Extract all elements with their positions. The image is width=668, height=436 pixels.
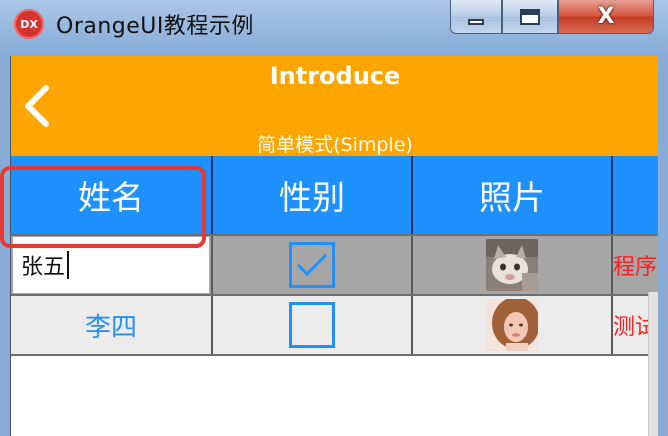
cat-photo[interactable] (486, 239, 538, 291)
desc-text: 程序 (613, 255, 658, 280)
chevron-left-icon (25, 85, 49, 127)
window-title: OrangeUI教程示例 (56, 14, 254, 39)
minimize-button[interactable] (450, 0, 502, 34)
vertical-scrollbar[interactable] (648, 292, 658, 436)
photo-cell (413, 236, 613, 294)
text-caret (67, 251, 70, 279)
grid-header-row: 姓名 性别 照片 (11, 156, 658, 234)
gender-checkbox[interactable] (289, 242, 335, 288)
gender-checkbox[interactable] (289, 302, 335, 348)
maximize-icon (520, 8, 540, 25)
title-bar[interactable]: DX OrangeUI教程示例 X (0, 0, 668, 56)
minimize-icon (468, 18, 484, 25)
column-header-desc[interactable] (613, 156, 658, 234)
name-text: 李四 (84, 312, 137, 343)
maximize-button[interactable] (502, 0, 558, 34)
column-header-name[interactable]: 姓名 (11, 156, 213, 234)
close-icon: X (597, 4, 615, 29)
name-edit-value: 张五 (21, 255, 66, 280)
header-bar: Introduce 简单模式(Simple) (11, 56, 658, 156)
client-area: Introduce 简单模式(Simple) 姓名 性别 照片 张五 程序 李四… (10, 56, 658, 436)
app-icon[interactable]: DX (14, 9, 44, 39)
window-frame: DX OrangeUI教程示例 X Introduce 简单模式(Simple)… (0, 0, 668, 436)
desc-cell: 程序 (613, 236, 658, 294)
close-button[interactable]: X (558, 0, 654, 34)
photo-cell (413, 296, 613, 354)
name-cell[interactable]: 张五 (11, 236, 213, 294)
checkmark-icon (296, 253, 328, 277)
name-edit-field[interactable]: 张五 (13, 237, 209, 293)
portrait-photo[interactable] (486, 299, 538, 351)
gender-cell (213, 296, 413, 354)
name-cell[interactable]: 李四 (11, 296, 213, 354)
column-header-gender[interactable]: 性别 (213, 156, 413, 234)
table-row[interactable]: 李四 测试 (11, 294, 658, 356)
table-row[interactable]: 张五 程序 (11, 234, 658, 294)
page-title: Introduce (269, 62, 401, 90)
page-subtitle: 简单模式(Simple) (257, 134, 413, 156)
column-header-photo[interactable]: 照片 (413, 156, 613, 234)
gender-cell (213, 236, 413, 294)
